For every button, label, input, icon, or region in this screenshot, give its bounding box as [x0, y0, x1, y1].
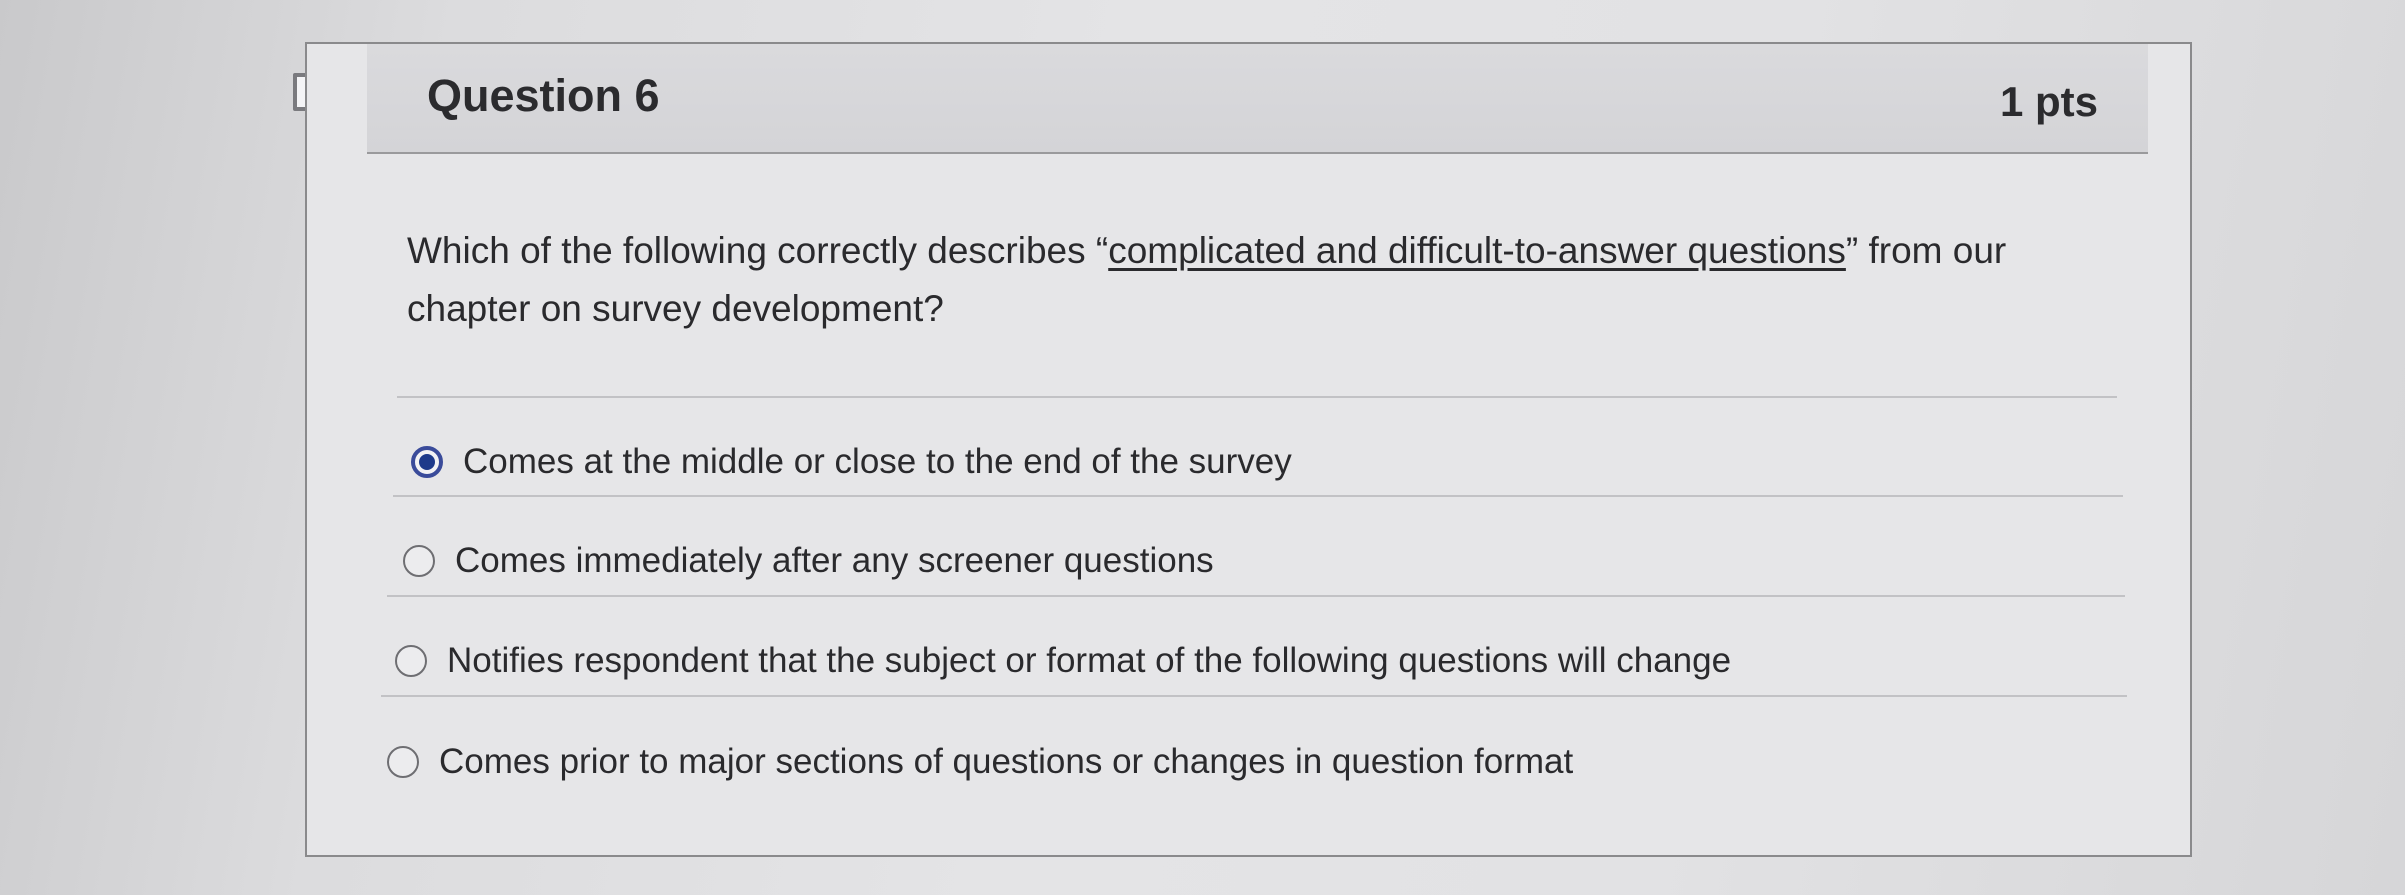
answer-option-3[interactable]: Notifies respondent that the subject or …	[395, 641, 1731, 681]
answer-divider	[393, 495, 2123, 497]
question-text-underlined: complicated and difficult-to-answer ques…	[1108, 230, 1846, 271]
answer-option-1[interactable]: Comes at the middle or close to the end …	[411, 442, 1292, 482]
question-title: Question 6	[427, 70, 660, 121]
question-points: 1 pts	[1999, 78, 2098, 125]
radio-empty-icon[interactable]	[395, 645, 427, 677]
question-header: Question 6 1 pts	[367, 44, 2148, 154]
answer-option-label: Comes at the middle or close to the end …	[463, 442, 1292, 481]
answer-divider	[381, 695, 2127, 697]
radio-empty-icon[interactable]	[387, 746, 419, 778]
answer-option-2[interactable]: Comes immediately after any screener que…	[403, 541, 1214, 581]
radio-empty-icon[interactable]	[403, 545, 435, 577]
answer-option-4[interactable]: Comes prior to major sections of questio…	[387, 742, 1573, 782]
answer-option-label: Comes immediately after any screener que…	[455, 541, 1214, 580]
answer-option-label: Notifies respondent that the subject or …	[447, 641, 1732, 680]
question-card: Question 6 1 pts Which of the following …	[305, 42, 2192, 857]
answer-divider	[387, 595, 2125, 597]
answers-top-divider	[397, 396, 2117, 398]
answer-option-label: Comes prior to major sections of questio…	[439, 742, 1574, 781]
question-text: Which of the following correctly describ…	[407, 222, 2127, 338]
radio-selected-icon[interactable]	[411, 446, 443, 478]
question-text-before: Which of the following correctly describ…	[407, 230, 1109, 271]
